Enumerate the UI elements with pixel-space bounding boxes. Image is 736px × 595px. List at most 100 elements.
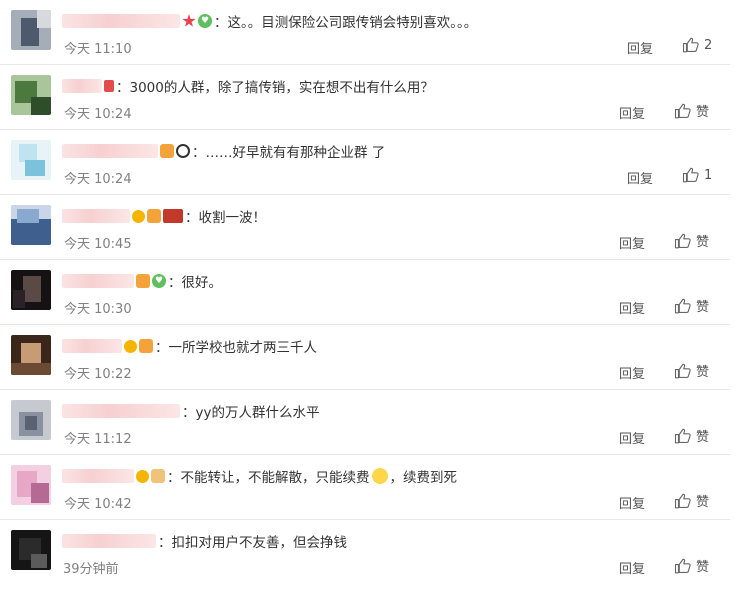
like-count: 1 [704,167,713,183]
like-button[interactable]: 赞 [674,361,709,380]
comment-text-continued: ，续费到死 [389,470,458,486]
level-badge-icon [160,144,174,158]
reply-button[interactable]: 回复 [627,38,653,57]
like-label: 赞 [696,105,710,120]
avatar-tile [21,343,41,365]
comment-time: 今天 11:12 [64,432,132,447]
comment-text: ：很好。 [168,275,222,291]
avatar-tile [37,10,51,28]
avatar-tile [17,209,39,223]
star-badge-icon [182,14,196,27]
username[interactable] [62,339,122,353]
like-label: 赞 [696,495,710,510]
comment-row: ♥ ：这。。目测保险公司跟传销会特别喜欢。。。 今天 11:10 回复 2 [0,0,736,65]
username[interactable] [62,469,134,483]
like-button[interactable]: 赞 [674,231,709,250]
avatar-tile [31,554,47,568]
reply-button[interactable]: 回复 [619,558,645,577]
avatar-tile [31,483,49,503]
member-badge-icon [104,80,114,92]
like-button[interactable]: 赞 [674,491,709,510]
username[interactable] [62,79,102,93]
username[interactable] [62,14,180,28]
avatar[interactable] [11,75,51,115]
comment-time: 今天 10:24 [64,107,132,122]
like-label: 赞 [696,235,710,250]
like-label: 赞 [696,560,710,575]
avatar-tile [13,290,25,308]
reply-button[interactable]: 回复 [627,168,653,187]
thumbs-up-icon [682,166,700,184]
level-badge-icon [147,209,161,223]
thumbs-up-icon [674,102,692,120]
thumbs-up-icon [674,297,692,315]
username[interactable] [62,209,130,223]
like-button[interactable]: 1 [682,166,712,184]
avatar-tile [23,276,41,302]
comment-row: ：yy的万人群什么水平 今天 11:12 回复 赞 [0,390,736,455]
avatar[interactable] [11,335,51,375]
avatar-tile [25,416,37,430]
vip-badge-icon [124,339,137,353]
avatar[interactable] [11,205,51,245]
comment-text: ：……好早就有有那种企业群 了 [192,145,386,161]
avatar[interactable] [11,530,51,570]
comment-text: ：一所学校也就才两三千人 [155,340,317,356]
verified-badge-icon: ♥ [198,14,212,28]
avatar[interactable] [11,270,51,310]
comment-text: ：扣扣对用户不友善，但会挣钱 [158,535,347,551]
like-button[interactable]: 赞 [674,426,709,445]
comment-text: ：收割一波！ [185,210,266,226]
avatar[interactable] [11,140,51,180]
username[interactable] [62,144,158,158]
thumbs-up-icon [674,492,692,510]
panda-emoji-icon [176,144,190,158]
avatar[interactable] [11,400,51,440]
comment-feed: ♥ ：这。。目测保险公司跟传销会特别喜欢。。。 今天 11:10 回复 2 ：3… [0,0,736,595]
like-button[interactable]: 赞 [674,556,709,575]
like-button[interactable]: 赞 [674,296,709,315]
like-button[interactable]: 赞 [674,101,709,120]
reply-button[interactable]: 回复 [619,103,645,122]
comment-time: 今天 10:22 [64,367,132,382]
username[interactable] [62,274,134,288]
thumbs-up-icon [674,427,692,445]
reply-button[interactable]: 回复 [619,298,645,317]
like-button[interactable]: 2 [682,36,712,54]
verified-badge-icon: ♥ [152,274,166,288]
emoji-icon [371,468,388,484]
comment-text: ：3000的人群，除了搞传销，实在想不出有什么用？ [116,80,434,96]
thumbs-up-icon [674,557,692,575]
thumbs-up-icon [682,36,700,54]
reply-button[interactable]: 回复 [619,493,645,512]
like-label: 赞 [696,365,710,380]
comment-time: 今天 11:10 [64,42,132,57]
like-label: 赞 [696,430,710,445]
comment-row: ：不能转让，不能解散，只能续费 ，续费到死 今天 10:42 回复 赞 [0,455,736,520]
comment-row: ：一所学校也就才两三千人 今天 10:22 回复 赞 [0,325,736,390]
username[interactable] [62,404,180,418]
comment-row: ：……好早就有有那种企业群 了 今天 10:24 回复 1 [0,130,736,195]
comment-row: ：3000的人群，除了搞传销，实在想不出有什么用？ 今天 10:24 回复 赞 [0,65,736,130]
like-label: 赞 [696,300,710,315]
avatar-tile [11,363,51,375]
comment-time: 39分钟前 [63,562,119,577]
comment-time: 今天 10:42 [64,497,132,512]
comment-row: ♥ ：很好。 今天 10:30 回复 赞 [0,260,736,325]
comment-text: ：这。。目测保险公司跟传销会特别喜欢。。。 [214,15,478,31]
avatar[interactable] [11,465,51,505]
fan-badge-icon [163,209,183,223]
vip-badge-icon [132,209,145,223]
thumbs-up-icon [674,232,692,250]
comment-time: 今天 10:45 [64,237,132,252]
reply-button[interactable]: 回复 [619,428,645,447]
thumbs-up-icon [674,362,692,380]
comment-text: ：不能转让，不能解散，只能续费 [167,470,370,486]
reply-button[interactable]: 回复 [619,363,645,382]
avatar-tile [25,160,45,176]
reply-button[interactable]: 回复 [619,233,645,252]
comment-time: 今天 10:30 [64,302,132,317]
username[interactable] [62,534,156,548]
vip-badge-icon [136,469,149,483]
avatar[interactable] [11,10,51,50]
